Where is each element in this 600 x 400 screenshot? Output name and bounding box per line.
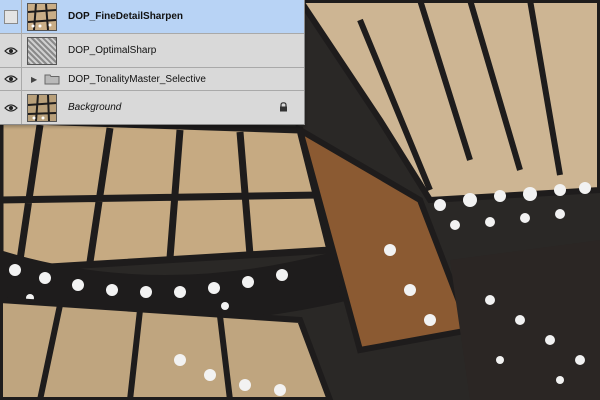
lock-icon xyxy=(280,102,287,112)
butterfly-thumbnail[interactable] xyxy=(27,93,57,122)
eye-icon[interactable] xyxy=(3,46,18,56)
butterfly-thumbnail[interactable] xyxy=(27,2,57,31)
visibility-toggle[interactable] xyxy=(0,91,22,124)
layer-row-optimal-sharp[interactable]: DOP_OptimalSharp xyxy=(0,34,304,68)
noise-thumbnail[interactable] xyxy=(27,36,57,65)
layer-row-background[interactable]: Background xyxy=(0,91,304,124)
layer-group-tonality-master[interactable]: ▶ DOP_TonalityMaster_Selective xyxy=(0,68,304,91)
visibility-toggle[interactable] xyxy=(0,34,22,67)
layer-row-fine-detail-sharpen[interactable]: DOP_FineDetailSharpen xyxy=(0,0,304,34)
expand-triangle-icon[interactable]: ▶ xyxy=(31,75,37,84)
layer-name: Background xyxy=(68,102,122,113)
layer-name: DOP_FineDetailSharpen xyxy=(68,11,184,22)
visibility-toggle[interactable] xyxy=(0,0,22,33)
layers-panel: DOP_FineDetailSharpen DOP_OptimalSharp ▶… xyxy=(0,0,305,125)
eye-icon[interactable] xyxy=(3,74,18,84)
visibility-off-box[interactable] xyxy=(3,9,18,24)
layer-name: DOP_TonalityMaster_Selective xyxy=(68,73,206,85)
visibility-toggle[interactable] xyxy=(0,68,22,90)
folder-icon xyxy=(44,74,60,85)
layer-name: DOP_OptimalSharp xyxy=(68,45,157,56)
eye-icon[interactable] xyxy=(3,103,18,113)
